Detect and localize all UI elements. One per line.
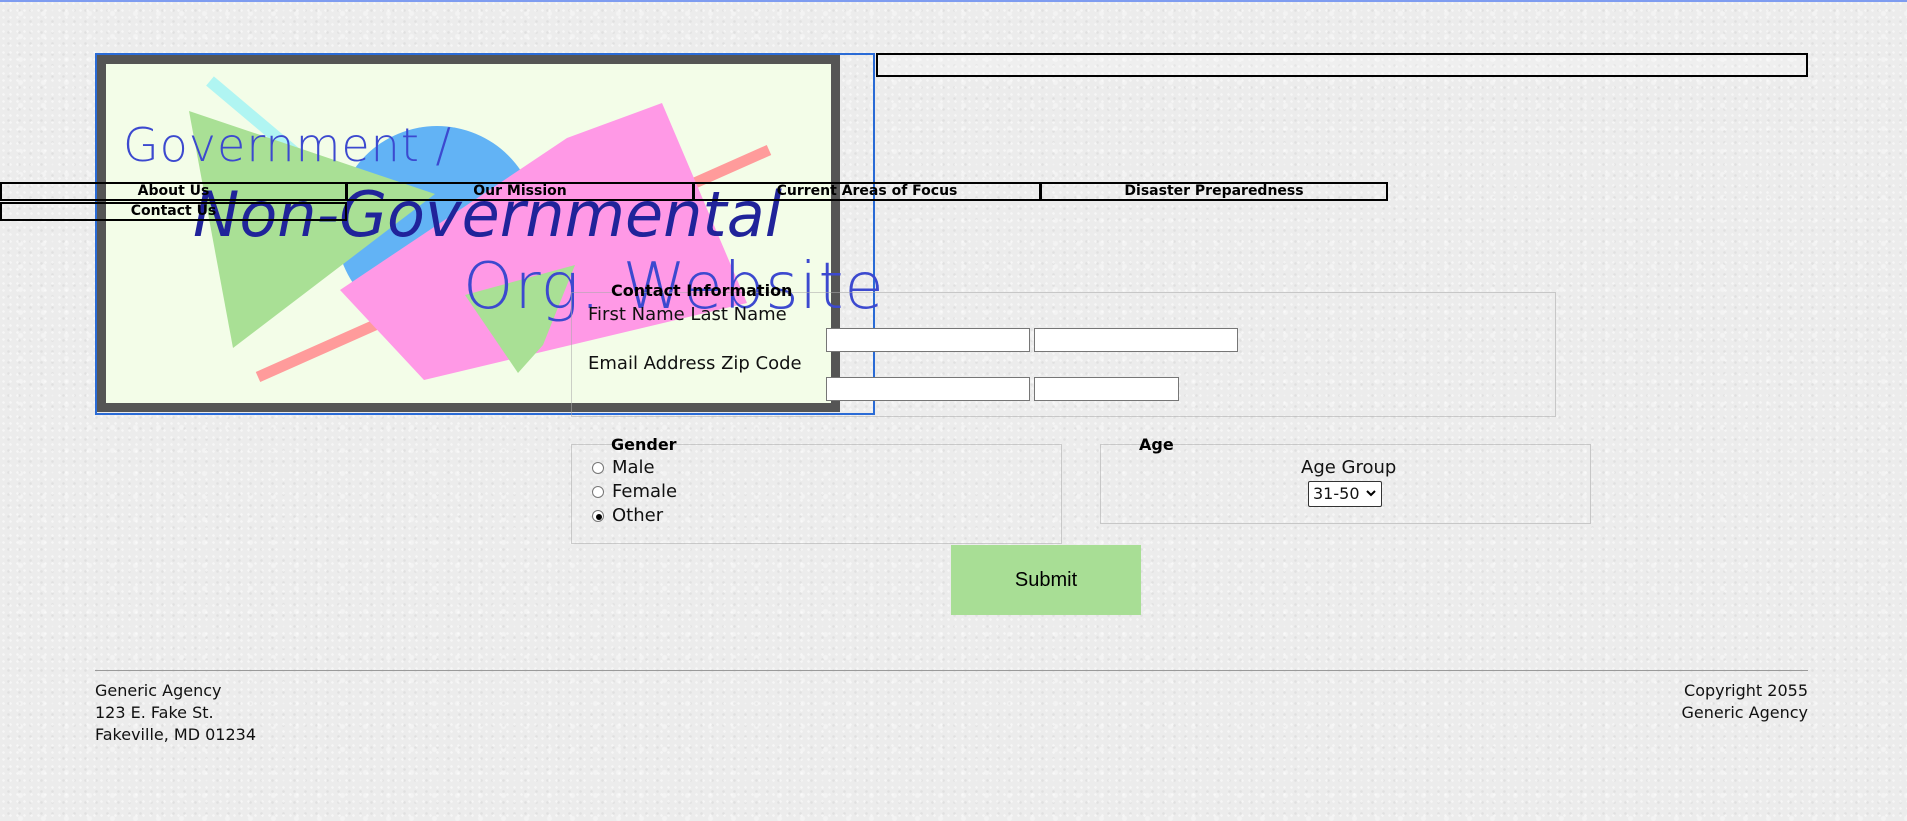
- footer-street: 123 E. Fake St.: [95, 703, 214, 722]
- nav-our-mission[interactable]: Our Mission: [346, 182, 694, 201]
- age-group-selected-value: 31-50: [1313, 484, 1360, 503]
- gender-female-label[interactable]: Female: [612, 481, 677, 502]
- nav-about-us[interactable]: About Us: [0, 182, 347, 201]
- age-legend: Age: [1139, 435, 1174, 454]
- footer-copyright: Copyright 2055 Generic Agency: [1620, 680, 1808, 724]
- gender-male-label[interactable]: Male: [612, 457, 655, 478]
- gender-legend: Gender: [611, 435, 677, 454]
- page-top-border: [0, 0, 1907, 2]
- zip-code-input[interactable]: [1034, 377, 1179, 401]
- search-input[interactable]: [876, 53, 1808, 77]
- footer-copyright-holder: Generic Agency: [1681, 703, 1808, 722]
- footer-city-state-zip: Fakeville, MD 01234: [95, 725, 257, 744]
- email-zip-fields-label: Email Address Zip Code: [588, 353, 802, 374]
- submit-button[interactable]: Submit: [951, 545, 1141, 615]
- gender-male-radio[interactable]: [592, 462, 604, 474]
- gender-female-radio[interactable]: [592, 486, 604, 498]
- gender-other-radio[interactable]: [592, 510, 604, 522]
- footer-divider: [95, 670, 1808, 671]
- footer-agency-name: Generic Agency: [95, 681, 222, 700]
- footer-address: Generic Agency 123 E. Fake St. Fakeville…: [95, 680, 256, 746]
- email-input[interactable]: [826, 377, 1030, 401]
- nav-disaster-preparedness[interactable]: Disaster Preparedness: [1040, 182, 1388, 201]
- nav-contact-us[interactable]: Contact Us: [0, 202, 347, 221]
- banner-title-line-1: Government /: [123, 118, 452, 172]
- first-name-input[interactable]: [826, 328, 1030, 352]
- nav-current-areas-of-focus[interactable]: Current Areas of Focus: [693, 182, 1041, 201]
- age-group-label: Age Group: [1301, 457, 1397, 478]
- footer-copyright-year: Copyright 2055: [1684, 681, 1808, 700]
- name-fields-label: First Name Last Name: [588, 304, 787, 325]
- chevron-down-icon: [1366, 490, 1376, 497]
- last-name-input[interactable]: [1034, 328, 1238, 352]
- gender-other-label[interactable]: Other: [612, 505, 663, 526]
- contact-information-legend: Contact Information: [611, 281, 793, 300]
